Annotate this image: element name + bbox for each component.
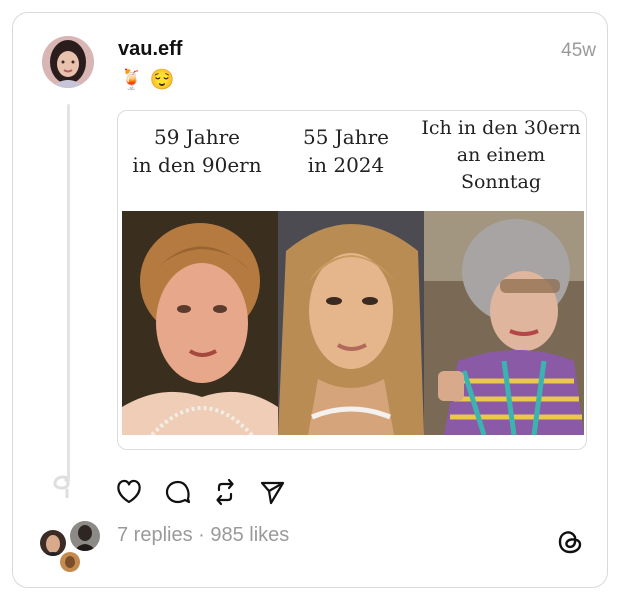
username[interactable]: vau.eff [118, 38, 182, 61]
post-image[interactable]: 59 Jahre in den 90ern 55 Jahre in 2024 I… [117, 110, 587, 450]
photo-older-woman [122, 211, 278, 435]
meme-label-3: Ich in den 30ern an einem Sonntag [421, 117, 581, 193]
meme-label-1: 59 Jahre in den 90ern [132, 125, 262, 177]
timestamp: 45w [561, 40, 596, 61]
reply-avatar-2 [68, 519, 102, 553]
post-caption: 🍹 😌 [119, 69, 175, 91]
photo-grandma [424, 211, 584, 435]
threads-logo-icon[interactable] [556, 528, 584, 556]
meme-label-2: 55 Jahre in 2024 [302, 125, 390, 177]
send-icon[interactable] [258, 478, 286, 506]
post-stats[interactable]: 7 replies · 985 likes [117, 524, 289, 547]
comment-icon[interactable] [164, 478, 192, 506]
thread-line [67, 104, 70, 482]
avatar[interactable] [42, 36, 94, 88]
photo-woman-2024 [278, 211, 424, 435]
meme-photos [122, 211, 584, 435]
heart-icon[interactable] [115, 478, 143, 506]
reply-avatar-3 [58, 550, 82, 574]
thread-loop-icon [50, 474, 74, 498]
repost-icon[interactable] [211, 478, 239, 506]
